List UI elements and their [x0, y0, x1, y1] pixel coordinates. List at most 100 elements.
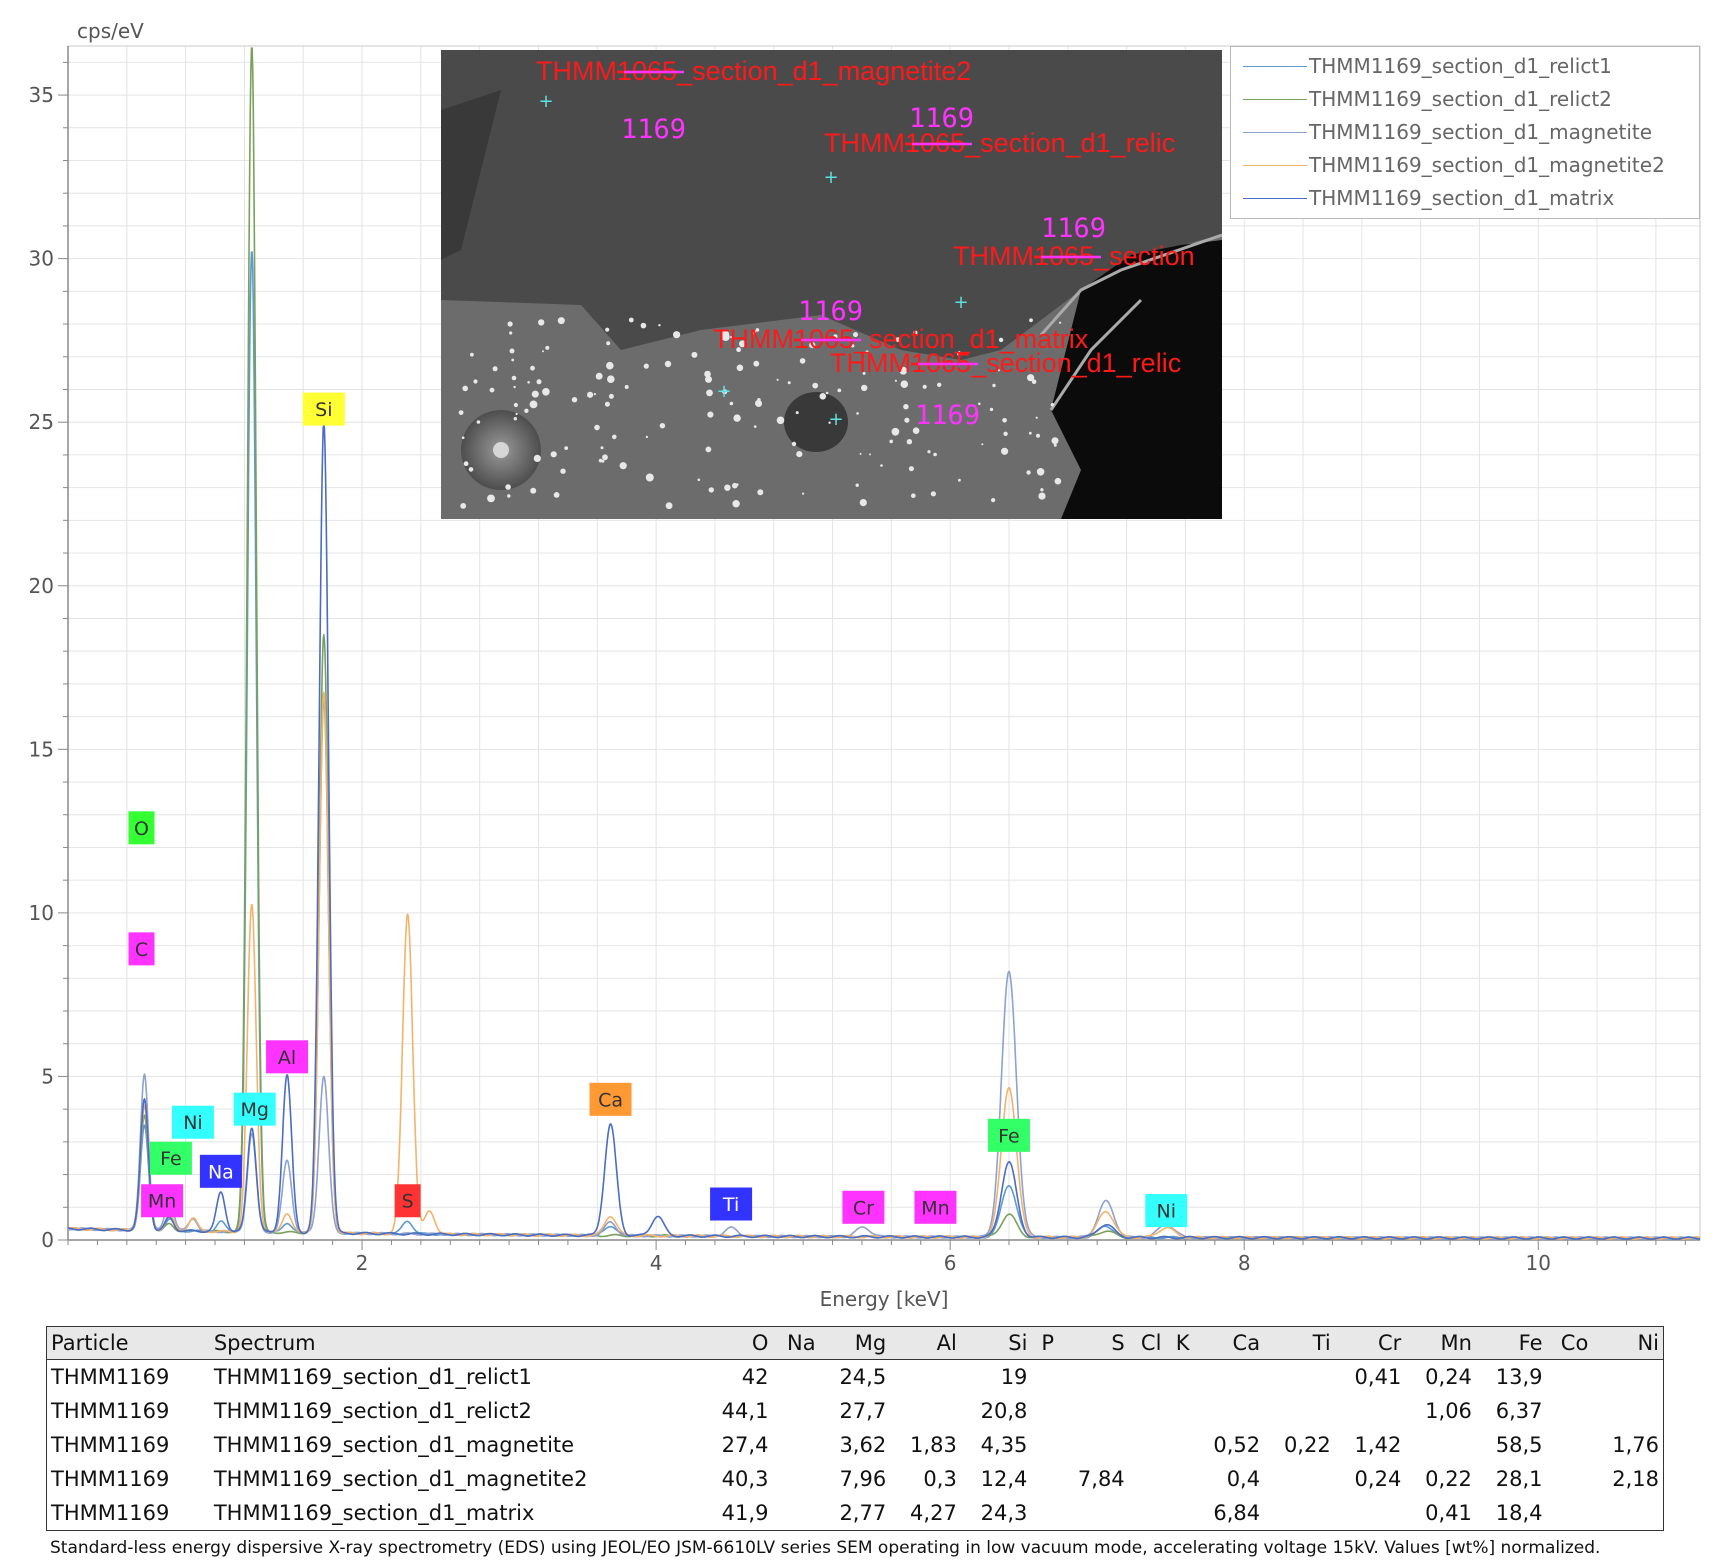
table-cell: [1031, 1360, 1058, 1395]
table-cell: 1,83: [910, 1433, 957, 1457]
element-label-Si: Si: [302, 392, 345, 426]
sem-speck: [533, 454, 541, 462]
element-label-text: Al: [278, 1047, 296, 1069]
sem-speck: [796, 451, 803, 458]
element-label-text: Na: [208, 1161, 234, 1183]
sem-speck: [981, 443, 984, 446]
table-row: THMM1169 THMM1169_section_d1_matrix 41,9 2,…: [47, 1496, 1663, 1530]
sem-speck: [607, 375, 615, 384]
sem-speck: [736, 483, 739, 486]
sem-spot-marker: +: [953, 292, 968, 313]
table-cell: 4,35: [980, 1433, 1028, 1457]
legend-item[interactable]: THMM1169_section_d1_matrix: [1243, 183, 1614, 213]
composition-table-frame: Particle Spectrum O Na Mg Al Si P S Cl K Ca Ti Cr Mn Fe…: [46, 1326, 1664, 1531]
element-label-Al: Al: [266, 1040, 309, 1074]
sem-speck: [724, 484, 731, 491]
element-label-text: Mn: [148, 1191, 176, 1213]
x-axis-label: Energy [keV]: [820, 1287, 949, 1311]
table-cell: THMM1169: [51, 1399, 170, 1423]
sem-speck: [640, 322, 647, 329]
sem-speck: [756, 401, 762, 407]
element-label-text: Fe: [998, 1125, 1020, 1147]
sem-speck: [911, 493, 916, 499]
table-cell: [1058, 1394, 1129, 1428]
table-cell: 0,22: [1425, 1467, 1472, 1491]
element-label-text: Ni: [1157, 1201, 1177, 1223]
y-tick-label: 25: [29, 410, 54, 434]
table-cell: [1264, 1360, 1335, 1395]
sem-speck: [593, 393, 596, 396]
table-cell: 27,4: [721, 1433, 769, 1457]
table-row: THMM1169 THMM1169_section_d1_relict2 44,1 2…: [47, 1394, 1663, 1428]
sem-spot-marker: +: [828, 409, 843, 430]
sem-speck: [937, 382, 942, 387]
table-header-cell: Ti: [1264, 1327, 1335, 1360]
table-cell: [1264, 1394, 1335, 1428]
table-header-cell: Spectrum: [209, 1327, 702, 1360]
table-header-cell: Co: [1546, 1327, 1593, 1360]
sem-speck: [513, 417, 517, 421]
table-cell: 28,1: [1495, 1467, 1543, 1491]
sem-speck: [989, 407, 994, 412]
table-cell: [1165, 1462, 1193, 1496]
legend-item[interactable]: THMM1169_section_d1_magnetite: [1243, 117, 1652, 147]
table-cell: THMM1169_section_d1_magnetite2: [213, 1467, 588, 1491]
table-header-cell: Particle: [47, 1327, 210, 1360]
sem-speck: [596, 375, 601, 380]
sem-speck: [1029, 318, 1033, 323]
table-cell: 1,06: [1425, 1399, 1472, 1423]
sem-speck: [513, 385, 516, 389]
table-cell: 6,84: [1213, 1501, 1261, 1525]
element-label-Mg: Mg: [233, 1092, 276, 1126]
table-cell: [1547, 1428, 1593, 1462]
table-cell: [772, 1428, 819, 1462]
x-tick-label: 6: [944, 1251, 957, 1275]
sem-annotation-label: THMM1065_section_d1_relic: [830, 348, 1181, 378]
sem-speck: [908, 466, 914, 472]
sem-speck: [538, 319, 545, 326]
sem-annotation-label: THMM1065_section_d1_relic: [824, 128, 1175, 158]
sem-speck: [812, 382, 819, 389]
sem-speck: [1040, 488, 1044, 492]
legend-label: THMM1169_section_d1_relict1: [1309, 54, 1612, 78]
sem-speck: [524, 408, 529, 413]
table-cell: THMM1169: [51, 1433, 170, 1457]
sem-speck: [515, 412, 518, 416]
table-cell: 0,4: [1226, 1467, 1261, 1491]
spectrum-line-THMM1169_section_d1_matrix: [67, 421, 1701, 1240]
table-row: THMM1169 THMM1169_section_d1_magnetite 27,…: [47, 1428, 1663, 1462]
sem-speck: [991, 498, 996, 503]
sem-speck: [507, 494, 511, 498]
sem-speck: [542, 350, 544, 353]
legend-swatch: [1243, 197, 1307, 199]
y-tick-label: 5: [41, 1064, 54, 1088]
sem-speck: [598, 458, 603, 463]
element-label-Mn: Mn: [141, 1184, 184, 1218]
sem-speck: [594, 424, 600, 431]
legend-item[interactable]: THMM1169_section_d1_relict1: [1243, 51, 1612, 81]
sem-speck: [462, 385, 468, 392]
legend-swatch: [1243, 98, 1307, 100]
sem-speck: [1003, 431, 1008, 436]
table-cell: [1547, 1462, 1593, 1496]
sem-speck: [476, 420, 481, 424]
sem-speck: [753, 360, 760, 367]
table-cell: [1031, 1462, 1058, 1496]
sem-speck: [869, 453, 871, 456]
table-cell: 1,76: [1612, 1433, 1659, 1457]
legend-swatch: [1243, 164, 1307, 166]
table-cell: [1264, 1462, 1335, 1496]
sem-speck: [861, 384, 868, 392]
table-cell: [1129, 1360, 1166, 1395]
sem-speck: [489, 387, 495, 393]
sem-speck: [531, 390, 539, 398]
legend-item[interactable]: THMM1169_section_d1_relict2: [1243, 84, 1612, 114]
sem-speck: [904, 417, 910, 423]
sem-speck: [536, 379, 542, 385]
table-header-cell: Fe: [1475, 1327, 1547, 1360]
table-cell: [1592, 1394, 1663, 1428]
legend-item[interactable]: THMM1169_section_d1_magnetite2: [1243, 150, 1665, 180]
table-header-cell: Cr: [1334, 1327, 1406, 1360]
sem-spot-marker: +: [538, 91, 553, 112]
y-tick-label: 10: [29, 901, 54, 925]
